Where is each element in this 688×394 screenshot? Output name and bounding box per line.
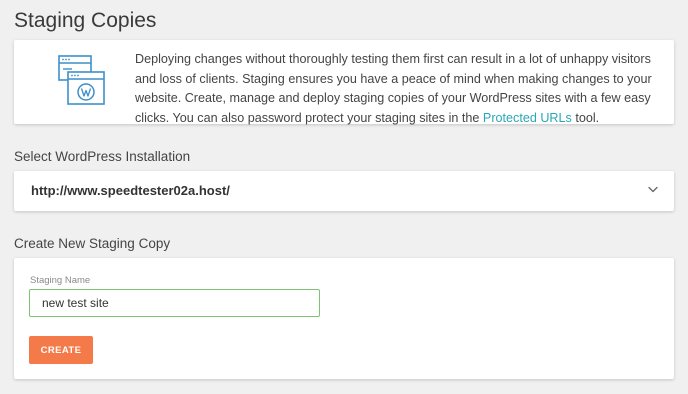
intro-text-after-link: tool.: [571, 110, 600, 125]
chevron-down-icon[interactable]: [648, 186, 658, 193]
staging-name-input[interactable]: [29, 289, 320, 317]
create-staging-label: Create New Staging Copy: [14, 236, 171, 251]
installation-select[interactable]: http://www.speedtester02a.host/: [14, 171, 674, 211]
staging-name-label: Staging Name: [30, 275, 91, 286]
browser-windows-wordpress-icon: [58, 55, 105, 105]
installation-select-value: http://www.speedtester02a.host/: [31, 183, 230, 198]
select-installation-label: Select WordPress Installation: [14, 149, 191, 164]
page-title: Staging Copies: [14, 9, 157, 32]
create-staging-card: Staging Name CREATE: [14, 258, 674, 379]
intro-card: Deploying changes without thoroughly tes…: [14, 40, 674, 125]
protected-urls-link[interactable]: Protected URLs: [483, 111, 572, 125]
create-button[interactable]: CREATE: [29, 336, 93, 364]
intro-description: Deploying changes without thoroughly tes…: [135, 50, 665, 128]
